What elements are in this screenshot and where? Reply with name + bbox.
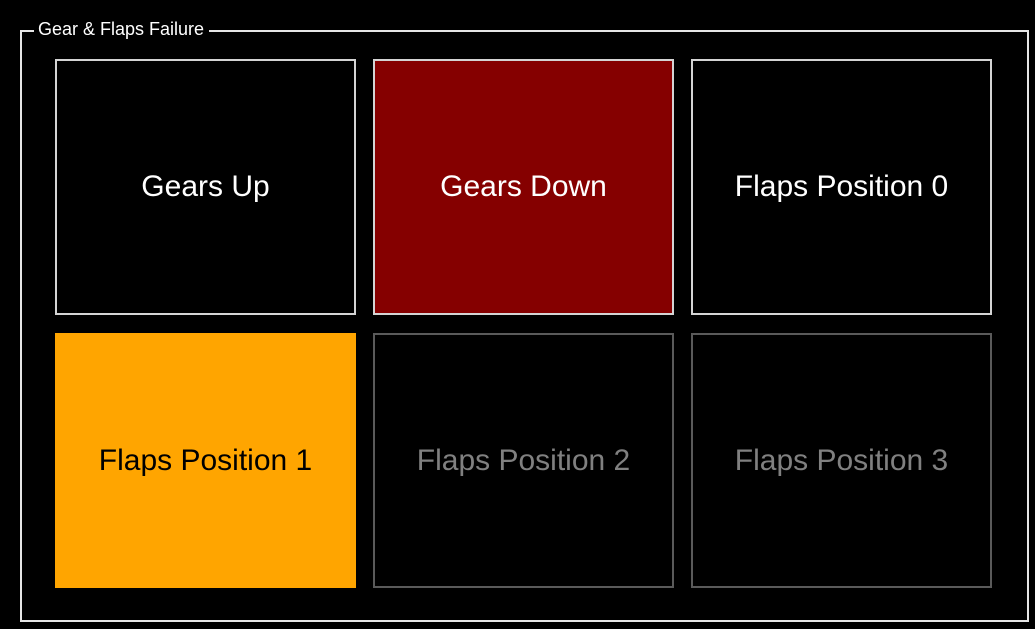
flaps-position-2-label: Flaps Position 2 <box>416 443 631 477</box>
flaps-position-3-button[interactable]: Flaps Position 3 <box>691 333 992 588</box>
flaps-position-0-label: Flaps Position 0 <box>734 170 949 203</box>
flaps-position-1-button[interactable]: Flaps Position 1 <box>55 333 356 588</box>
group-title: Gear & Flaps Failure <box>34 18 210 40</box>
gears-up-label: Gears Up <box>141 170 270 203</box>
flaps-position-2-button[interactable]: Flaps Position 2 <box>373 333 674 588</box>
flaps-position-1-label: Flaps Position 1 <box>98 443 313 477</box>
flaps-position-0-button[interactable]: Flaps Position 0 <box>691 59 992 315</box>
gears-down-button[interactable]: Gears Down <box>373 59 674 315</box>
flaps-position-3-label: Flaps Position 3 <box>734 443 949 477</box>
gears-down-label: Gears Down <box>440 170 607 203</box>
gears-up-button[interactable]: Gears Up <box>55 59 356 315</box>
